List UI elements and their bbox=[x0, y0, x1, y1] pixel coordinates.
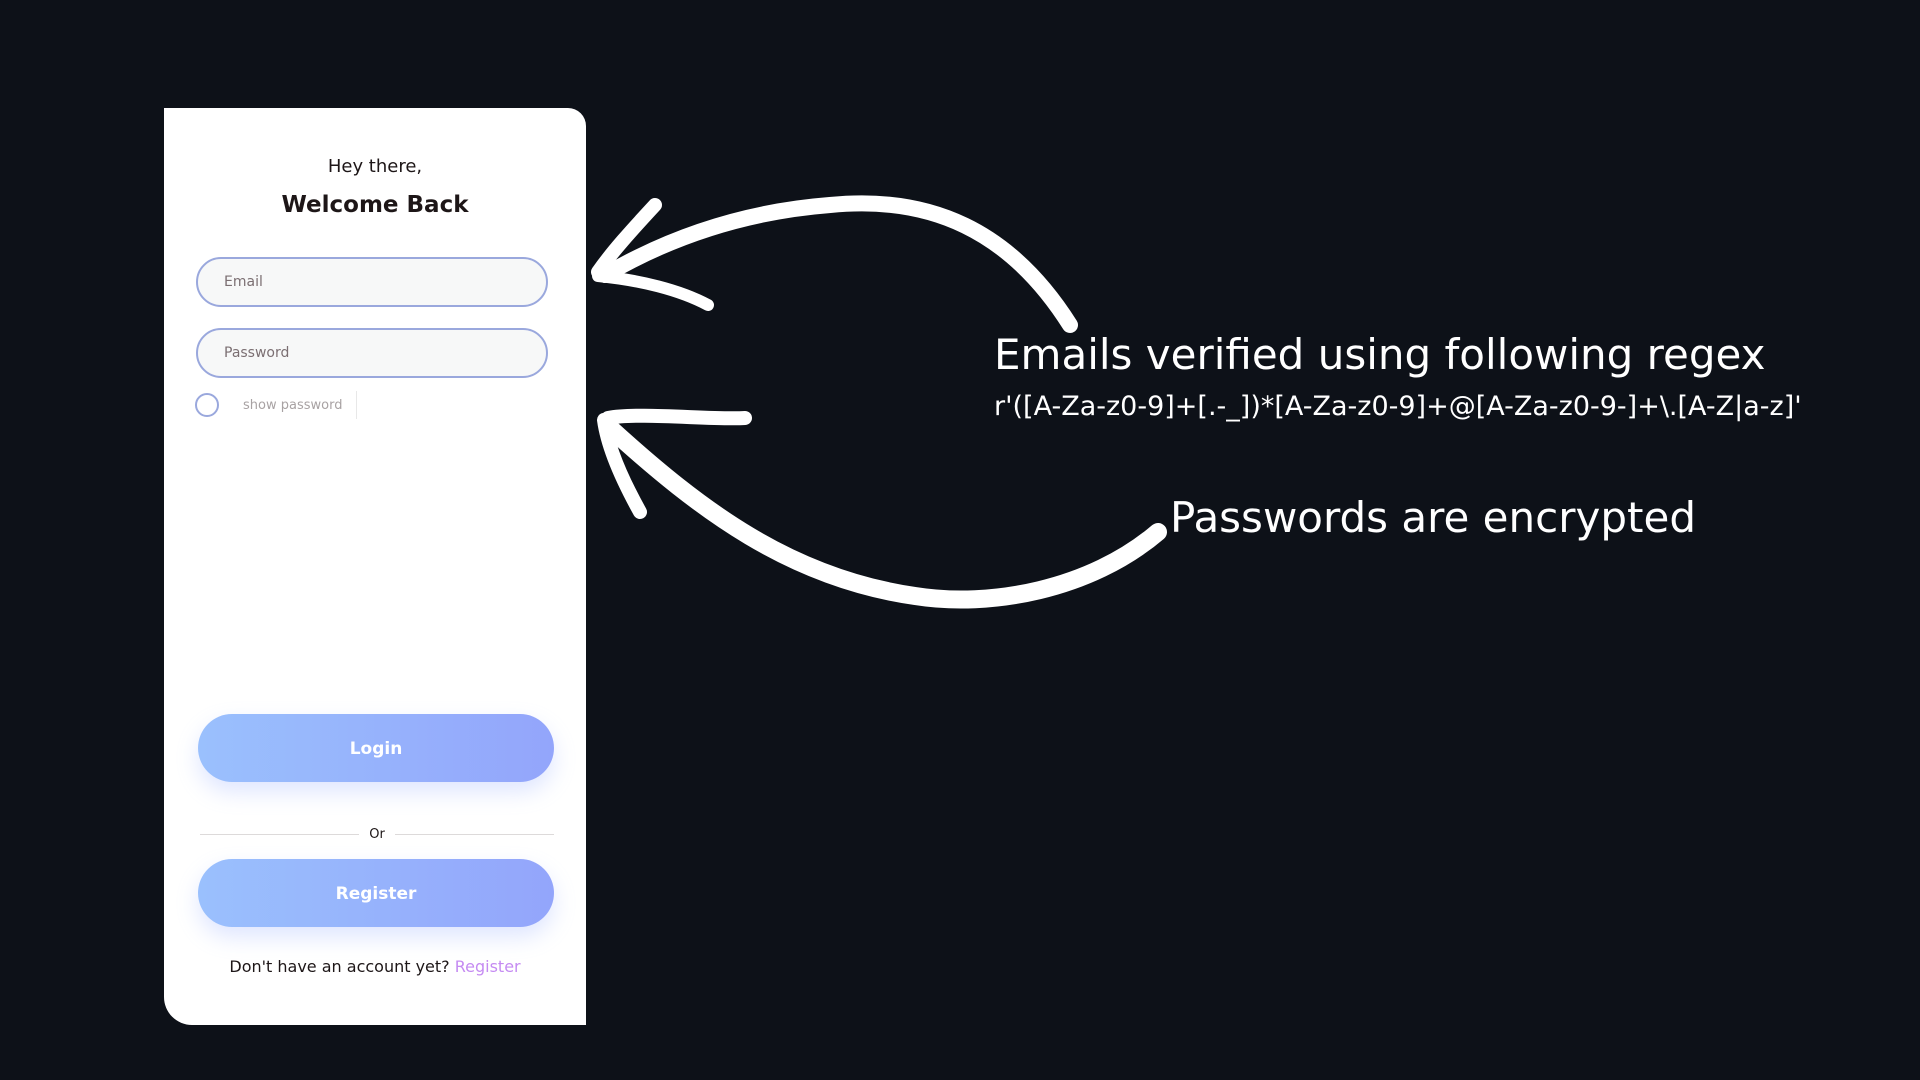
slide-canvas: Hey there, Welcome Back show password Lo… bbox=[0, 0, 1920, 1080]
or-label: Or bbox=[369, 826, 385, 842]
password-input[interactable] bbox=[196, 328, 548, 378]
greeting-text: Hey there, bbox=[327, 156, 423, 177]
login-screen-card: Hey there, Welcome Back show password Lo… bbox=[164, 108, 586, 1025]
show-password-row[interactable]: show password bbox=[195, 391, 358, 419]
password-arrow-icon bbox=[597, 408, 1167, 609]
email-arrow-icon bbox=[591, 195, 1078, 333]
separator-line-right bbox=[394, 833, 555, 835]
email-input[interactable] bbox=[196, 257, 548, 307]
register-prompt: Don't have an account yet? Register bbox=[164, 957, 586, 976]
separator-line-left bbox=[200, 833, 360, 835]
show-password-divider bbox=[356, 391, 358, 419]
register-prompt-text: Don't have an account yet? bbox=[229, 957, 455, 976]
login-button[interactable]: Login bbox=[198, 714, 554, 782]
or-separator: Or bbox=[200, 824, 555, 844]
email-regex-text: r'([A-Za-z0-9]+[.-_])*[A-Za-z0-9]+@[A-Za… bbox=[994, 391, 1802, 422]
password-encryption-note: Passwords are encrypted bbox=[1170, 493, 1696, 542]
page-title: Welcome Back bbox=[281, 192, 469, 218]
show-password-radio[interactable] bbox=[195, 393, 219, 417]
register-link[interactable]: Register bbox=[455, 957, 521, 976]
email-verification-note: Emails verified using following regex bbox=[994, 330, 1766, 379]
register-button[interactable]: Register bbox=[198, 859, 554, 927]
show-password-label: show password bbox=[243, 397, 343, 413]
